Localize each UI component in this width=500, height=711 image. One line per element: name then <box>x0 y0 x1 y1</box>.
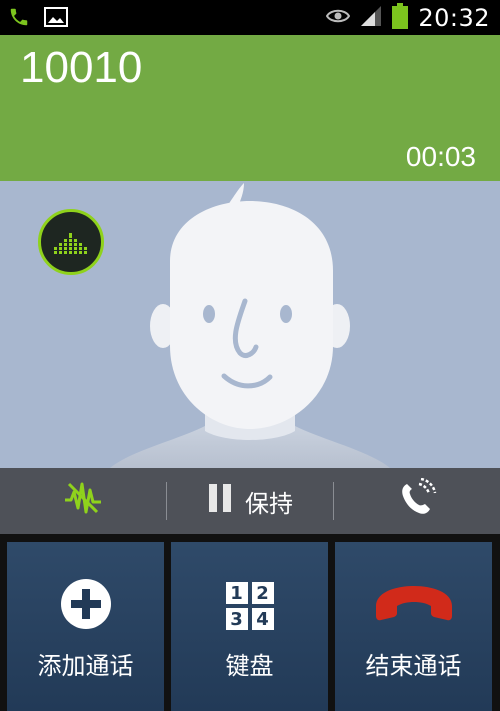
speaker-button[interactable] <box>334 468 500 534</box>
hold-button[interactable]: 保持 <box>167 468 333 534</box>
speakerphone-icon <box>397 477 437 524</box>
image-icon <box>44 6 68 32</box>
in-call-controls: 保持 <box>0 468 500 534</box>
add-call-label: 添加通话 <box>37 652 134 680</box>
add-icon <box>60 578 112 634</box>
pause-icon <box>207 482 233 520</box>
keypad-icon: 1 2 3 4 <box>225 582 274 630</box>
hold-label: 保持 <box>245 489 293 518</box>
noise-reduction-icon <box>63 478 103 524</box>
signal-icon <box>360 5 382 31</box>
phone-icon <box>8 6 30 32</box>
end-call-icon <box>372 584 456 628</box>
keypad-button[interactable]: 1 2 3 4 键盘 <box>171 542 328 711</box>
battery-icon <box>392 2 409 33</box>
keypad-digit: 1 <box>225 582 248 604</box>
status-bar: 20:32 <box>0 0 500 35</box>
status-time: 20:32 <box>418 3 490 32</box>
keypad-digit: 2 <box>251 582 274 604</box>
caller-avatar-area <box>0 181 500 468</box>
equalizer-badge-icon[interactable] <box>38 209 104 275</box>
noise-reduction-button[interactable] <box>0 468 166 534</box>
add-call-button[interactable]: 添加通话 <box>7 542 164 711</box>
call-duration: 00:03 <box>405 141 476 172</box>
end-call-label: 结束通话 <box>365 652 462 680</box>
call-header: 10010 00:03 <box>0 35 500 181</box>
keypad-digit: 3 <box>225 608 248 630</box>
end-call-button[interactable]: 结束通话 <box>335 542 492 711</box>
keypad-digit: 4 <box>251 608 274 630</box>
eye-icon <box>326 7 351 29</box>
caller-number: 10010 <box>20 43 143 92</box>
keypad-label: 键盘 <box>225 652 274 680</box>
call-action-tiles: 添加通话 1 2 3 4 键盘 结束通话 <box>0 534 500 711</box>
